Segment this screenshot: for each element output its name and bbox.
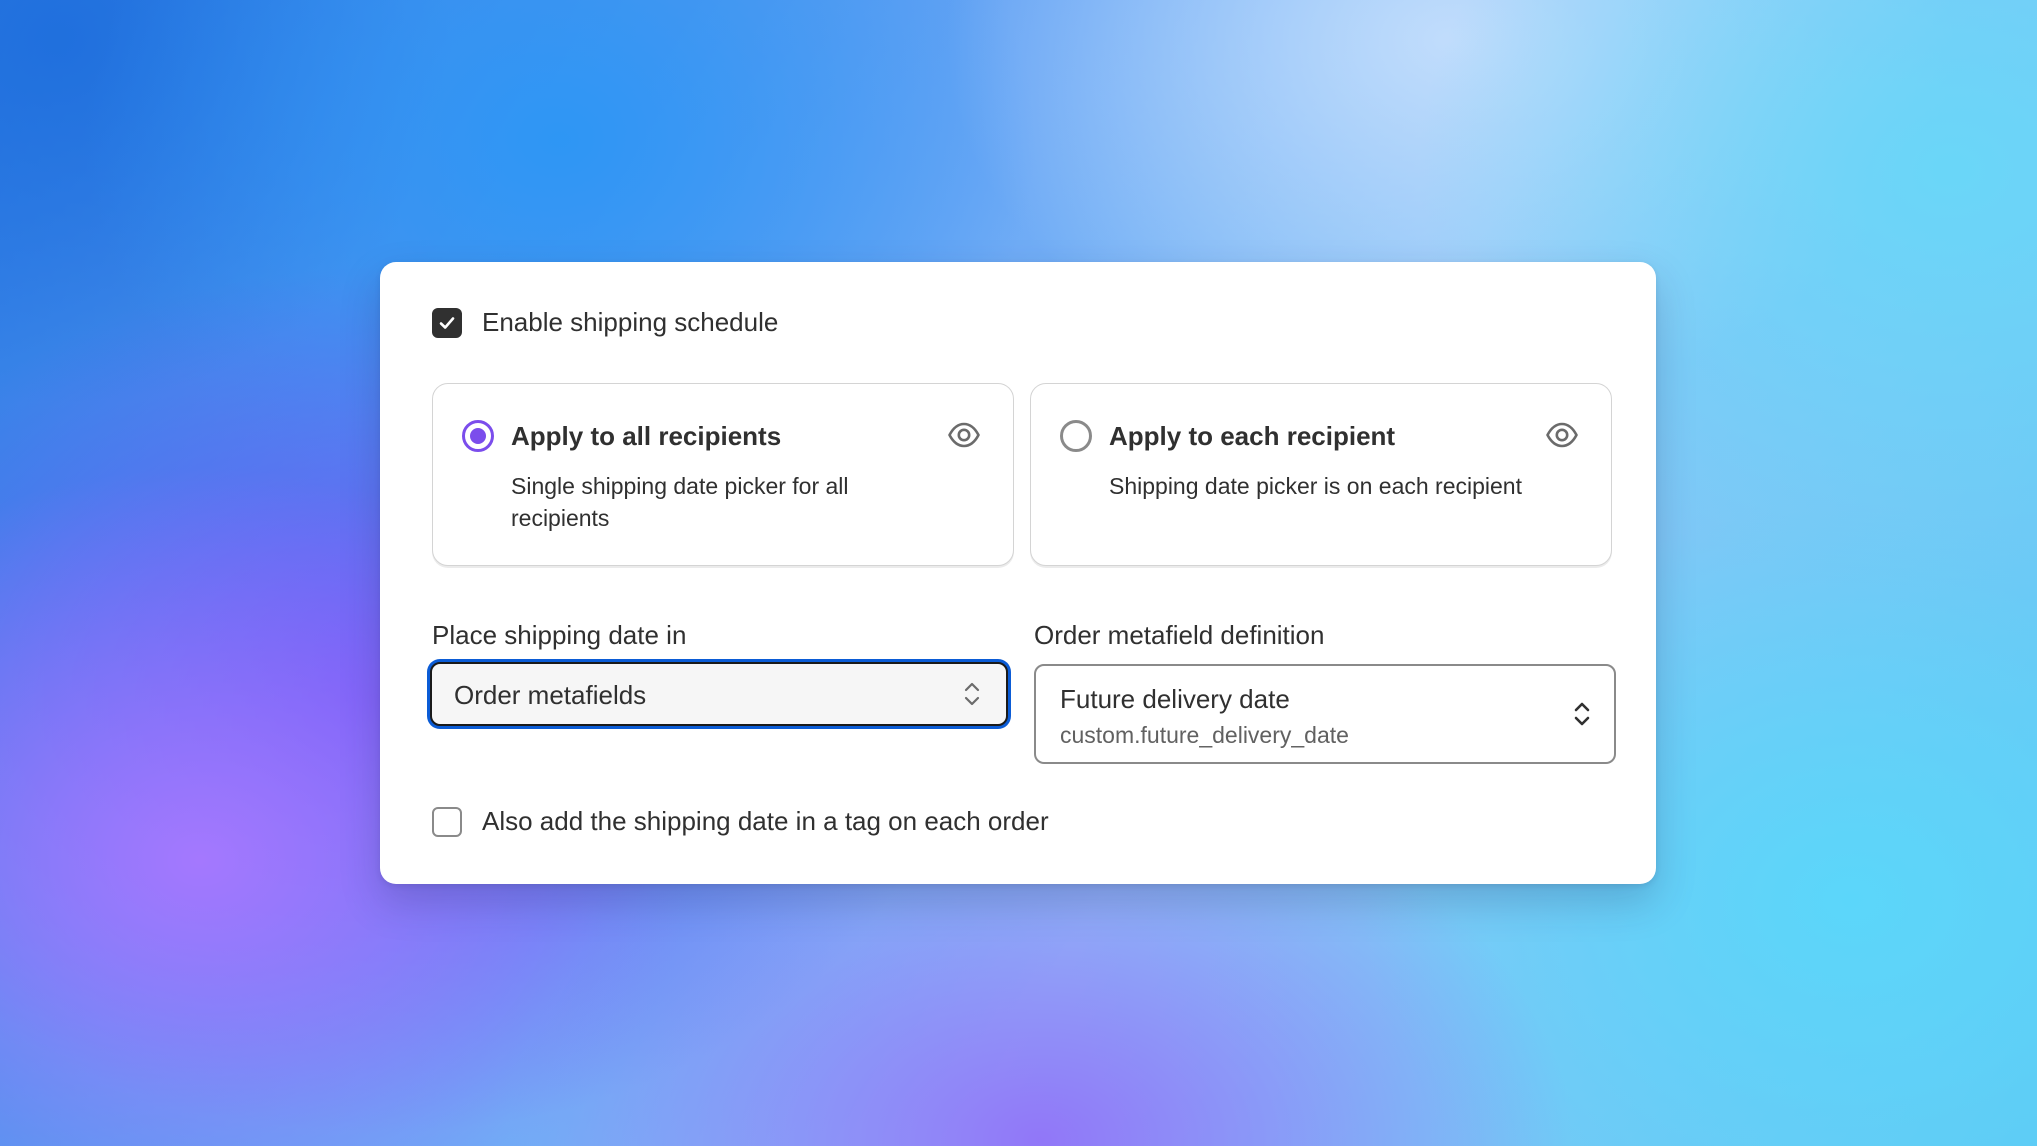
add-tag-label: Also add the shipping date in a tag on e… [482,806,1049,836]
radio-apply-each-recipient[interactable] [1060,420,1092,452]
eye-icon[interactable] [947,420,981,450]
option-description: Single shipping date picker for all reci… [511,473,849,531]
order-metafield-definition-select[interactable]: Future delivery date custom.future_deliv… [1034,664,1616,764]
shipping-schedule-card: Enable shipping schedule Apply to all re… [380,262,1656,884]
enable-shipping-schedule-checkbox[interactable] [432,307,462,338]
select-chevron-icon [1574,702,1590,726]
eye-icon[interactable] [1545,420,1579,450]
add-tag-checkbox[interactable] [432,806,462,837]
option-title: Apply to each recipient [1109,421,1396,451]
enable-shipping-schedule-label: Enable shipping schedule [482,307,779,337]
checkmark-icon [439,316,455,329]
option-title: Apply to all recipients [511,421,782,451]
option-apply-each-recipient[interactable]: Apply to each recipient Shipping date pi… [1030,383,1612,566]
place-shipping-date-value: Order metafields [454,680,647,710]
place-shipping-date-select[interactable]: Order metafields [430,662,1008,726]
metafield-definition-value: Future delivery date [1060,684,1290,714]
radio-apply-all-recipients[interactable] [462,420,494,452]
add-tag-row[interactable]: Also add the shipping date in a tag on e… [432,806,1049,837]
order-metafield-definition-label: Order metafield definition [1034,620,1325,650]
enable-shipping-schedule-row[interactable]: Enable shipping schedule [432,307,778,338]
place-shipping-date-label: Place shipping date in [432,620,687,650]
option-description: Shipping date picker is on each recipien… [1109,473,1522,499]
option-apply-all-recipients[interactable]: Apply to all recipients Single shipping … [432,383,1014,566]
metafield-definition-key: custom.future_delivery_date [1060,722,1349,748]
select-chevron-icon [964,682,980,706]
